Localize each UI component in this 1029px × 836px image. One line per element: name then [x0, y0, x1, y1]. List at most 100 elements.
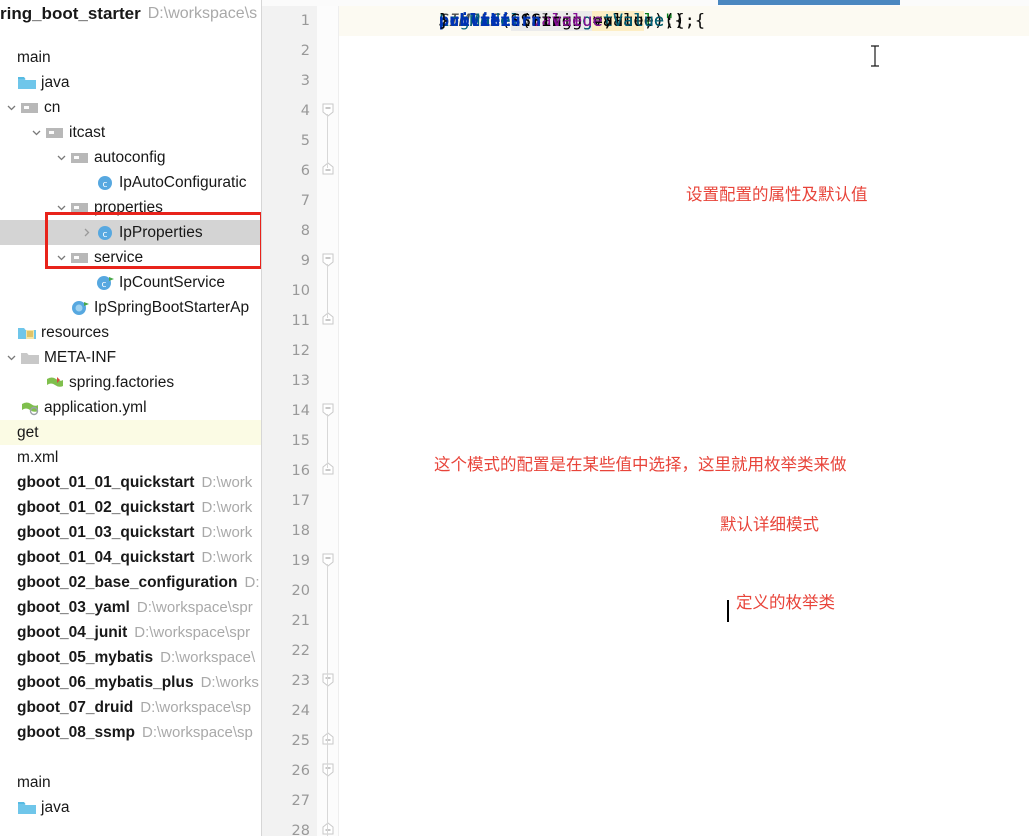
tree-item-java[interactable]: java: [0, 795, 262, 820]
text-caret: [727, 600, 729, 622]
line-number: 3: [300, 73, 310, 89]
chevron-down-icon[interactable]: [3, 102, 20, 113]
tree-item-gboot-01-02-quickstart[interactable]: gboot_01_02_quickstart D:\work: [0, 495, 262, 520]
line-number: 28: [291, 823, 310, 836]
chevron-down-icon[interactable]: [53, 152, 70, 163]
tree-item-gboot-01-03-quickstart[interactable]: gboot_01_03_quickstart D:\work: [0, 520, 262, 545]
tree-item-meta-inf[interactable]: META-INF: [0, 345, 262, 370]
tree-item-ipspringbootstarterap[interactable]: IpSpringBootStarterAp: [0, 295, 262, 320]
chevron-right-icon[interactable]: [78, 227, 95, 238]
fold-open-icon[interactable]: [322, 103, 334, 117]
project-header-row[interactable]: ring_boot_starter D:\workspace\s: [0, 0, 262, 28]
tree-item-label: application.yml: [44, 398, 147, 416]
tree-item-itcast[interactable]: itcast: [0, 120, 262, 145]
tree-item-label: gboot_01_01_quickstart: [17, 473, 195, 491]
line-number: 13: [291, 373, 310, 389]
tree-item-m-xml[interactable]: m.xml: [0, 445, 262, 470]
tab-active-indicator[interactable]: [718, 0, 900, 5]
tree-item-gboot-05-mybatis[interactable]: gboot_05_mybatis D:\workspace\: [0, 645, 262, 670]
code-editor[interactable]: 1 2 3 4 5 6 7 8 9 10 11 12 13 14 15 16 17 18 19 20 21 22 23 24 2…: [262, 0, 1029, 836]
tree-item-get[interactable]: get: [0, 420, 262, 445]
tree-item-label: service: [94, 248, 144, 266]
folder-pkg-icon: [20, 99, 40, 117]
tree-item-gboot-06-mybatis-plus[interactable]: gboot_06_mybatis_plus D:\works: [0, 670, 262, 695]
tree-item-gboot-07-druid[interactable]: gboot_07_druid D:\workspace\sp: [0, 695, 262, 720]
tree-item-gboot-01-01-quickstart[interactable]: gboot_01_01_quickstart D:\work: [0, 470, 262, 495]
tree-item-application-yml[interactable]: application.yml: [0, 395, 262, 420]
folder-pkg-icon: [70, 199, 90, 217]
tree-item-ipcountservice[interactable]: c IpCountService: [0, 270, 262, 295]
tree-item-label: gboot_01_02_quickstart: [17, 498, 195, 516]
tree-item-label: properties: [94, 198, 163, 216]
line-number: 6: [300, 163, 310, 179]
project-tree-panel[interactable]: ring_boot_starter D:\workspace\s main jav…: [0, 0, 262, 836]
tree-item-label: gboot_05_mybatis: [17, 648, 154, 666]
line-number: 16: [291, 463, 310, 479]
tree-item-label: IpSpringBootStarterAp: [94, 298, 250, 316]
tree-item-gboot-03-yaml[interactable]: gboot_03_yaml D:\workspace\spr: [0, 595, 262, 620]
tree-item-gboot-04-junit[interactable]: gboot_04_junit D:\workspace\spr: [0, 620, 262, 645]
tree-item-blank[interactable]: [0, 745, 262, 770]
chevron-down-icon[interactable]: [53, 202, 70, 213]
tree-item-label: resources: [41, 323, 110, 341]
fold-close-icon[interactable]: [322, 162, 334, 175]
svg-text:c: c: [103, 230, 108, 240]
line-number: 14: [291, 403, 310, 419]
ide-window: ring_boot_starter D:\workspace\s main jav…: [0, 0, 1029, 836]
line-number: 11: [291, 313, 310, 329]
annotation-line7: 设置配置的属性及默认值: [686, 185, 868, 204]
tree-item-label: gboot_06_mybatis_plus: [17, 673, 194, 691]
annotation-line16: 这个模式的配置是在某些值中选择，这里就用枚举类来做: [434, 455, 847, 474]
chevron-down-icon[interactable]: [53, 252, 70, 263]
line-number: 20: [291, 583, 310, 599]
fold-open-icon[interactable]: [322, 553, 334, 567]
tree-item-main[interactable]: main: [0, 45, 262, 70]
tree-item-path: D:: [244, 574, 260, 591]
code-line[interactable]: }: [339, 6, 1029, 36]
tree-item-ipautoconfiguratic[interactable]: c IpAutoConfiguratic: [0, 170, 262, 195]
fold-open-icon[interactable]: [322, 403, 334, 417]
line-number: 1: [300, 13, 310, 29]
tree-item-gboot-01-04-quickstart[interactable]: gboot_01_04_quickstart D:\work: [0, 545, 262, 570]
tree-item-label: cn: [44, 98, 61, 116]
tree-item-label: spring.factories: [69, 373, 175, 391]
fold-region-line: [327, 684, 328, 738]
tree-item-label: java: [41, 73, 70, 91]
fold-close-icon[interactable]: [322, 732, 334, 745]
tree-item-spring-factories[interactable]: spring.factories: [0, 370, 262, 395]
class-run-icon: c: [95, 274, 115, 292]
fold-close-icon[interactable]: [322, 822, 334, 835]
tree-item-properties[interactable]: properties: [0, 195, 262, 220]
tree-item-service[interactable]: service: [0, 245, 262, 270]
fold-region-line: [327, 774, 328, 828]
folder-pkg-icon: [45, 124, 65, 142]
chevron-down-icon[interactable]: [3, 352, 20, 363]
fold-open-icon[interactable]: [322, 673, 334, 687]
line-number: 23: [291, 673, 310, 689]
tree-item-label: META-INF: [44, 348, 117, 366]
tree-item-label: gboot_01_03_quickstart: [17, 523, 195, 541]
tree-item-autoconfig[interactable]: autoconfig: [0, 145, 262, 170]
tree-item-path: D:\work: [201, 474, 253, 491]
chevron-down-icon[interactable]: [28, 127, 45, 138]
tree-item-ipproperties[interactable]: c IpProperties: [0, 220, 262, 245]
project-header-path: D:\workspace\s: [147, 5, 258, 22]
class-c-icon: c: [95, 224, 115, 242]
fold-open-icon[interactable]: [322, 763, 334, 777]
tree-item-label: IpCountService: [119, 273, 225, 291]
tree-item-gboot-08-ssmp[interactable]: gboot_08_ssmp D:\workspace\sp: [0, 720, 262, 745]
code-content[interactable]: package cn.itcast.properties; public cla…: [339, 6, 1029, 836]
tree-item-resources[interactable]: resources: [0, 320, 262, 345]
tree-item-java[interactable]: java: [0, 70, 262, 95]
fold-close-icon[interactable]: [322, 312, 334, 325]
tree-item-label: IpAutoConfiguratic: [119, 173, 247, 191]
fold-close-icon[interactable]: [322, 462, 334, 475]
fold-open-icon[interactable]: [322, 253, 334, 267]
tree-item-label: main: [17, 48, 51, 66]
line-number: 12: [291, 343, 310, 359]
tree-item-main[interactable]: main: [0, 770, 262, 795]
class-spring-icon: [70, 299, 90, 317]
tree-item-label: gboot_02_base_configuration: [17, 573, 238, 591]
tree-item-gboot-02-base-configuration[interactable]: gboot_02_base_configuration D:: [0, 570, 262, 595]
tree-item-cn[interactable]: cn: [0, 95, 262, 120]
